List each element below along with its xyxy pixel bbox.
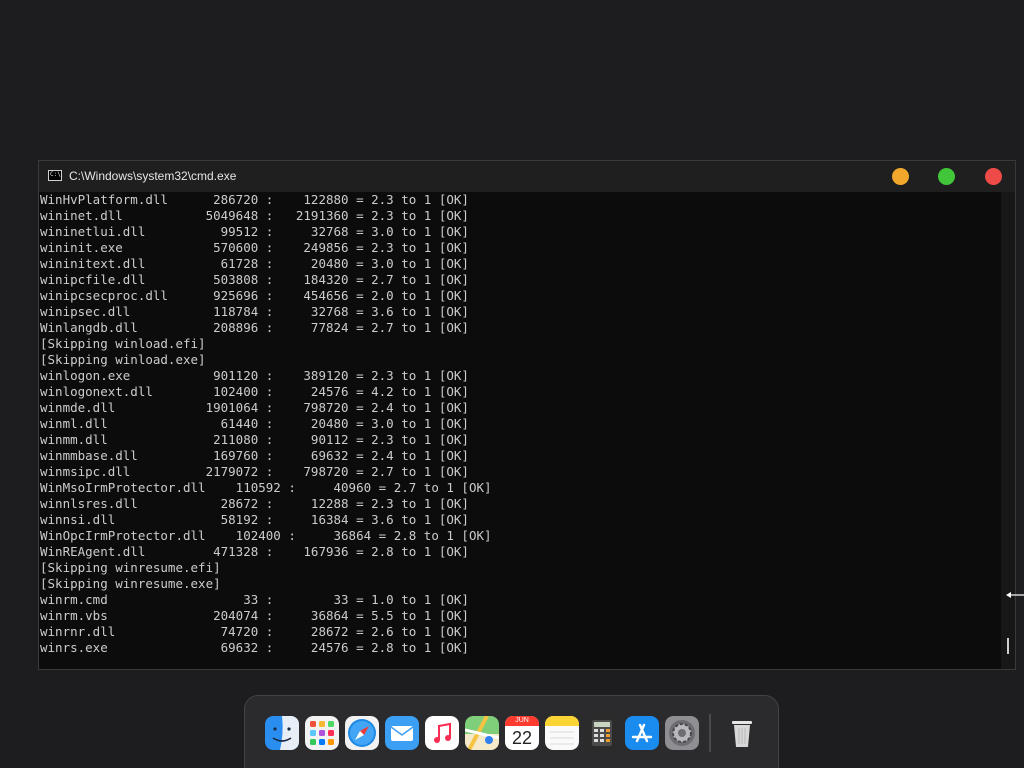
resize-cursor-icon	[1006, 592, 1024, 598]
app-store-icon[interactable]	[625, 716, 659, 750]
desktop: C:\ C:\Windows\system32\cmd.exe WinHvPla…	[0, 0, 1024, 768]
console-line: winrnr.dll 74720 : 28672 = 2.6 to 1 [OK]	[40, 624, 469, 639]
console-line: winnlsres.dll 28672 : 12288 = 2.3 to 1 […	[40, 496, 469, 511]
finder-icon[interactable]	[265, 716, 299, 750]
console-line: [Skipping winload.exe]	[40, 352, 206, 367]
console-line: winlogonext.dll 102400 : 24576 = 4.2 to …	[40, 384, 469, 399]
launchpad-icon[interactable]	[305, 716, 339, 750]
console-line: winlogon.exe 901120 : 389120 = 2.3 to 1 …	[40, 368, 469, 383]
title-bar[interactable]: C:\ C:\Windows\system32\cmd.exe	[39, 161, 1015, 192]
console-line: winmm.dll 211080 : 90112 = 2.3 to 1 [OK]	[40, 432, 469, 447]
scrollbar-thumb[interactable]	[1007, 638, 1009, 654]
console-line: [Skipping winresume.efi]	[40, 560, 221, 575]
console-line: wininetlui.dll 99512 : 32768 = 3.0 to 1 …	[40, 224, 469, 239]
dock: JUN 22	[244, 695, 779, 768]
console-line: WinMsoIrmProtector.dll 110592 : 40960 = …	[40, 480, 492, 495]
console-line: [Skipping winresume.exe]	[40, 576, 221, 591]
console-line: winipcfile.dll 503808 : 184320 = 2.7 to …	[40, 272, 469, 287]
maximize-button[interactable]	[938, 168, 955, 185]
console-output[interactable]: WinHvPlatform.dll 286720 : 122880 = 2.3 …	[39, 192, 1001, 669]
console-line: winipcsecproc.dll 925696 : 454656 = 2.0 …	[40, 288, 469, 303]
console-line: Winlangdb.dll 208896 : 77824 = 2.7 to 1 …	[40, 320, 469, 335]
system-preferences-icon[interactable]	[665, 716, 699, 750]
safari-icon[interactable]	[345, 716, 379, 750]
maps-icon[interactable]	[465, 716, 499, 750]
notes-icon[interactable]	[545, 716, 579, 750]
console-line: winrm.vbs 204074 : 36864 = 5.5 to 1 [OK]	[40, 608, 469, 623]
console-line: winnsi.dll 58192 : 16384 = 3.6 to 1 [OK]	[40, 512, 469, 527]
calendar-month: JUN	[515, 717, 529, 724]
dock-separator	[709, 714, 711, 752]
console-line: winml.dll 61440 : 20480 = 3.0 to 1 [OK]	[40, 416, 469, 431]
console-line: winrs.exe 69632 : 24576 = 2.8 to 1 [OK]	[40, 640, 469, 655]
console-line: winmmbase.dll 169760 : 69632 = 2.4 to 1 …	[40, 448, 469, 463]
cmd-window: C:\ C:\Windows\system32\cmd.exe WinHvPla…	[38, 160, 1016, 670]
console-line: WinHvPlatform.dll 286720 : 122880 = 2.3 …	[40, 192, 469, 207]
calculator-icon[interactable]	[585, 716, 619, 750]
window-title: C:\Windows\system32\cmd.exe	[69, 169, 237, 183]
console-line: wininitext.dll 61728 : 20480 = 3.0 to 1 …	[40, 256, 469, 271]
calendar-day: 22	[511, 728, 533, 748]
calendar-icon[interactable]: JUN 22	[505, 716, 539, 750]
console-line: winipsec.dll 118784 : 32768 = 3.6 to 1 […	[40, 304, 469, 319]
console-line: winmsipc.dll 2179072 : 798720 = 2.7 to 1…	[40, 464, 469, 479]
console-line: wininit.exe 570600 : 249856 = 2.3 to 1 […	[40, 240, 469, 255]
console-line: WinOpcIrmProtector.dll 102400 : 36864 = …	[40, 528, 492, 543]
console-line: winmde.dll 1901064 : 798720 = 2.4 to 1 […	[40, 400, 469, 415]
console-line: wininet.dll 5049648 : 2191360 = 2.3 to 1…	[40, 208, 469, 223]
console-line: WinREAgent.dll 471328 : 167936 = 2.8 to …	[40, 544, 469, 559]
minimize-button[interactable]	[892, 168, 909, 185]
trash-icon[interactable]	[725, 716, 759, 750]
mail-icon[interactable]	[385, 716, 419, 750]
console-line: [Skipping winload.efi]	[40, 336, 206, 351]
music-icon[interactable]	[425, 716, 459, 750]
cmd-app-icon: C:\	[48, 170, 62, 181]
console-line: winrm.cmd 33 : 33 = 1.0 to 1 [OK]	[40, 592, 469, 607]
close-button[interactable]	[985, 168, 1002, 185]
